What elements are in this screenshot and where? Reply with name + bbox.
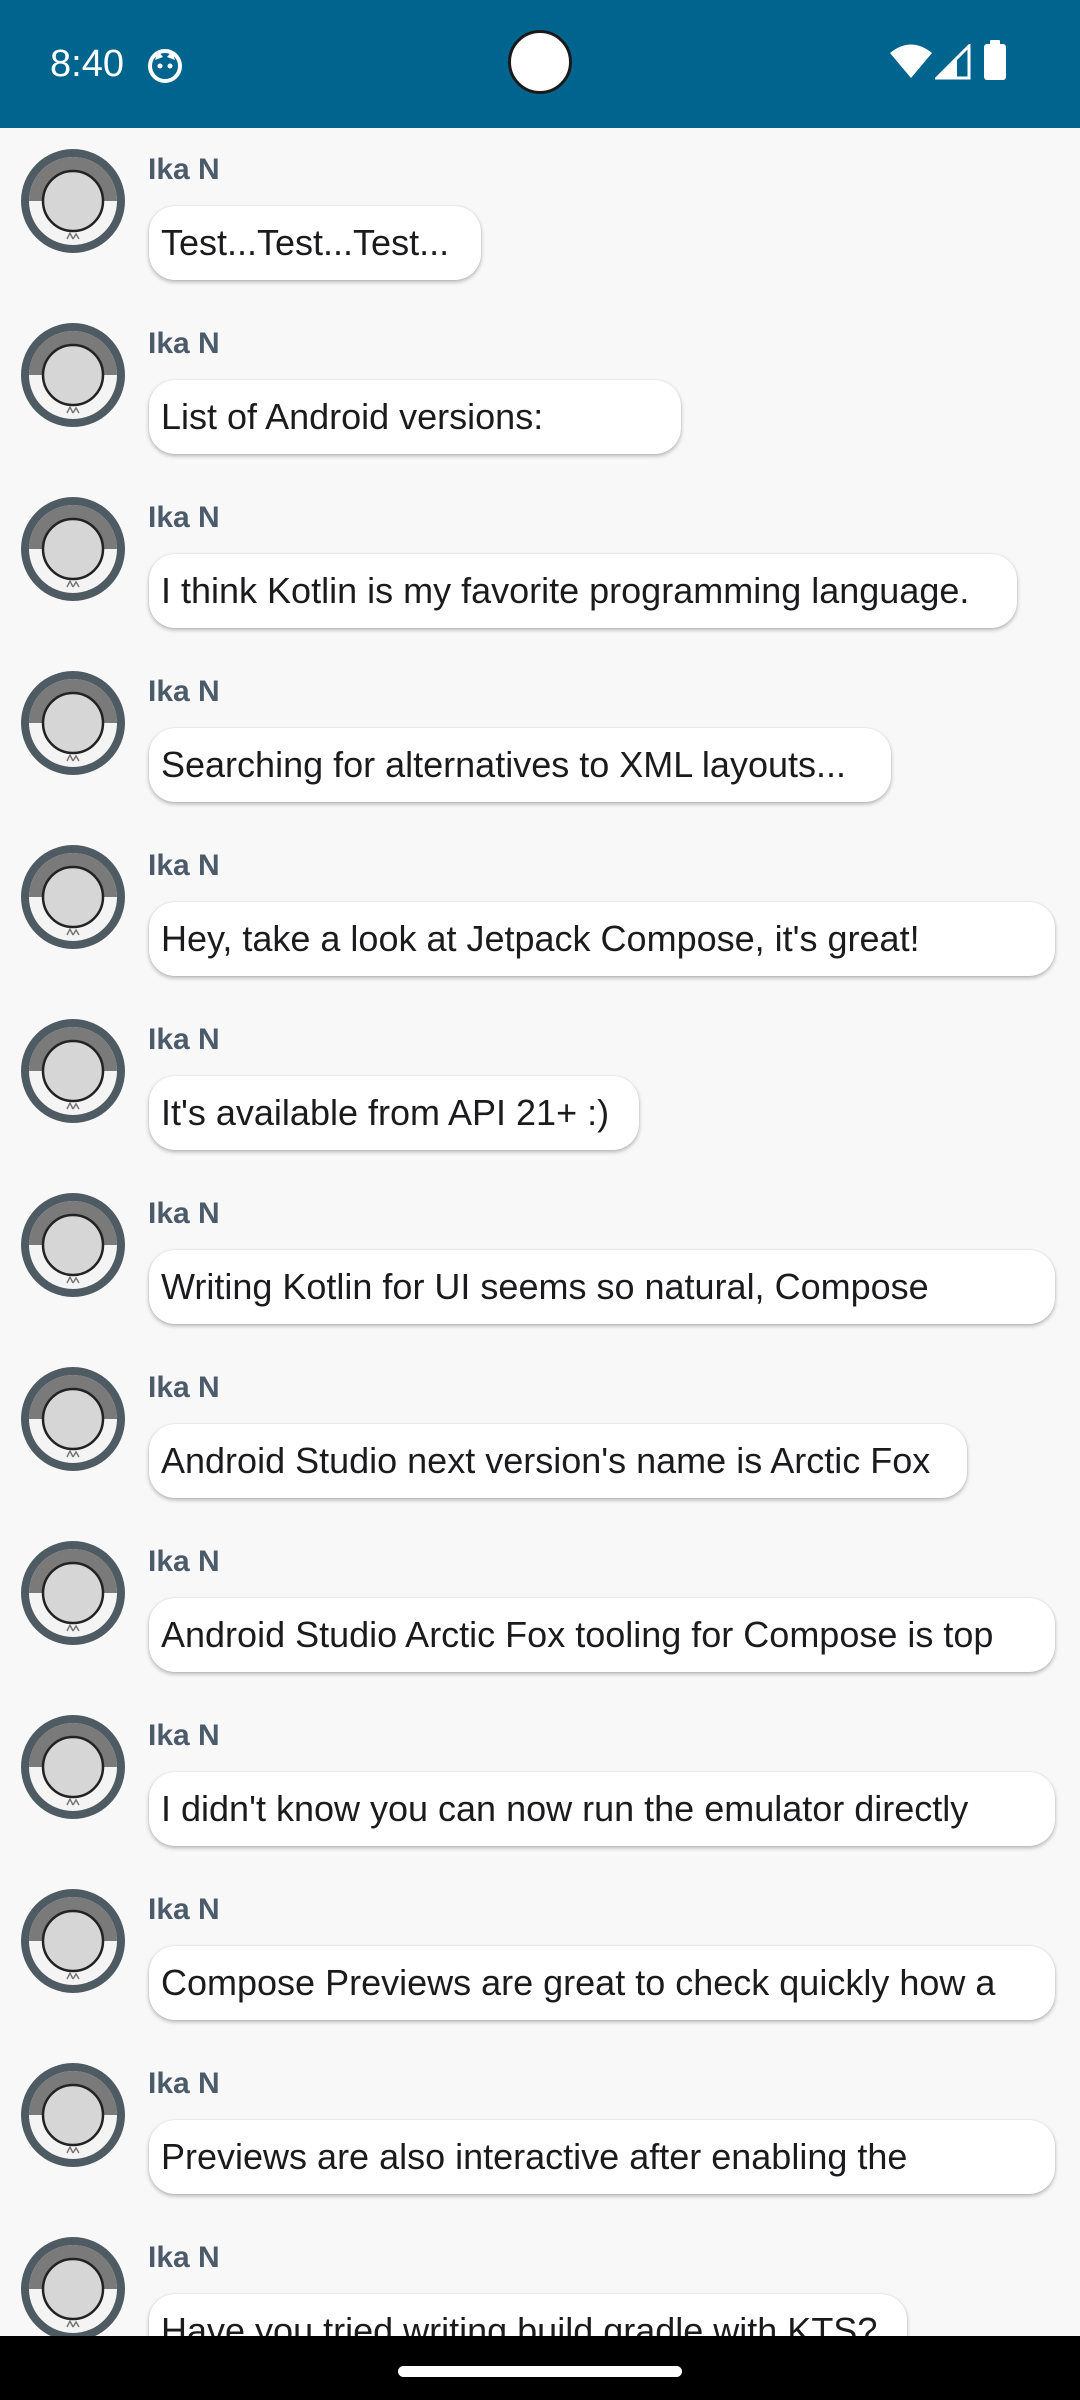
message-body: I think Kotlin is my favorite programmin… [161, 570, 970, 611]
message-bubble[interactable]: Hey, take a look at Jetpack Compose, it'… [149, 902, 1055, 976]
message-author: Ika N [148, 2241, 220, 2274]
message-author: Ika N [148, 1371, 220, 1404]
message-bubble[interactable]: Writing Kotlin for UI seems so natural, … [149, 1250, 1055, 1324]
avatar-image [21, 1193, 125, 1297]
message-body: Test...Test...Test... [161, 222, 450, 263]
message-author: Ika N [148, 2067, 220, 2100]
battery-icon [984, 40, 1006, 80]
message-item[interactable]: Ika N I didn't know you can now run the e… [0, 1694, 1080, 1868]
message-item[interactable]: Ika N It's available from API 21+ :) [0, 998, 1080, 1172]
avatar-image [21, 2063, 125, 2167]
avatar-image [21, 1541, 125, 1645]
message-item[interactable]: Ika N Test...Test...Test... [0, 128, 1080, 302]
avatar-image [21, 2237, 125, 2336]
message-body: Previews are also interactive after enab… [161, 2136, 908, 2177]
avatar-image [21, 1367, 125, 1471]
message-body: Compose Previews are great to check quic… [161, 1962, 996, 2003]
status-bar: 8:40 [0, 0, 1080, 128]
message-author: Ika N [148, 327, 220, 360]
avatar [20, 1888, 126, 1994]
avatar [20, 1366, 126, 1472]
home-gesture-handle[interactable] [398, 2366, 682, 2377]
message-bubble[interactable]: Test...Test...Test... [149, 206, 481, 280]
message-bubble[interactable]: I didn't know you can now run the emulat… [149, 1772, 1055, 1846]
message-author: Ika N [148, 849, 220, 882]
message-author: Ika N [148, 1023, 220, 1056]
avatar [20, 148, 126, 254]
avatar [20, 1714, 126, 1820]
message-bubble[interactable]: Android Studio Arctic Fox tooling for Co… [149, 1598, 1055, 1672]
message-author: Ika N [148, 1719, 220, 1752]
message-bubble[interactable]: Have you tried writing build.gradle with… [149, 2294, 907, 2336]
avatar [20, 322, 126, 428]
avatar-image [21, 149, 125, 253]
message-body: It's available from API 21+ :) [161, 1092, 610, 1133]
message-item[interactable]: Ika N Have you tried writing build.gradle… [0, 2216, 1080, 2336]
avatar-image [21, 845, 125, 949]
message-body: I didn't know you can now run the emulat… [161, 1788, 969, 1829]
message-author: Ika N [148, 675, 220, 708]
camera-cutout [508, 30, 572, 94]
message-bubble[interactable]: Android Studio next version's name is Ar… [149, 1424, 967, 1498]
avatar-image [21, 1889, 125, 1993]
message-item[interactable]: Ika N Compose Previews are great to check… [0, 1868, 1080, 2042]
message-item[interactable]: Ika N Searching for alternatives to XML l… [0, 650, 1080, 824]
avatar [20, 2062, 126, 2168]
avatar-image [21, 1715, 125, 1819]
message-author: Ika N [148, 153, 220, 186]
message-body: Have you tried writing build.gradle with… [161, 2310, 878, 2336]
message-bubble[interactable]: Compose Previews are great to check quic… [149, 1946, 1055, 2020]
avatar [20, 496, 126, 602]
message-item[interactable]: Ika N I think Kotlin is my favorite progr… [0, 476, 1080, 650]
message-author: Ika N [148, 1893, 220, 1926]
message-author: Ika N [148, 1197, 220, 1230]
message-bubble[interactable]: Searching for alternatives to XML layout… [149, 728, 891, 802]
message-item[interactable]: Ika N Writing Kotlin for UI seems so natu… [0, 1172, 1080, 1346]
message-item[interactable]: Ika N Android Studio next version's name … [0, 1346, 1080, 1520]
message-author: Ika N [148, 501, 220, 534]
message-body: List of Android versions: [161, 396, 544, 437]
message-item[interactable]: Ika N Previews are also interactive after… [0, 2042, 1080, 2216]
avatar-image [21, 671, 125, 775]
message-bubble[interactable]: It's available from API 21+ :) [149, 1076, 639, 1150]
avatar-image [21, 323, 125, 427]
avatar [20, 1018, 126, 1124]
message-bubble[interactable]: I think Kotlin is my favorite programmin… [149, 554, 1017, 628]
message-body: Android Studio next version's name is Ar… [161, 1440, 931, 1481]
message-bubble[interactable]: List of Android versions: [149, 380, 681, 454]
signal-icon [935, 44, 971, 80]
message-item[interactable]: Ika N List of Android versions: [0, 302, 1080, 476]
avatar [20, 670, 126, 776]
avatar-image [21, 497, 125, 601]
app-notification-icon [148, 49, 182, 83]
avatar-image [21, 1019, 125, 1123]
message-list[interactable]: Ika N Test...Test...Test... Ika N List of A… [0, 128, 1080, 2336]
message-author: Ika N [148, 1545, 220, 1578]
message-body: Searching for alternatives to XML layout… [161, 744, 847, 785]
status-time: 8:40 [50, 43, 124, 85]
message-body: Writing Kotlin for UI seems so natural, … [161, 1266, 929, 1307]
message-body: Hey, take a look at Jetpack Compose, it'… [161, 918, 920, 959]
message-item[interactable]: Ika N Android Studio Arctic Fox tooling f… [0, 1520, 1080, 1694]
avatar [20, 1192, 126, 1298]
message-item[interactable]: Ika N Hey, take a look at Jetpack Compose… [0, 824, 1080, 998]
message-bubble[interactable]: Previews are also interactive after enab… [149, 2120, 1055, 2194]
avatar [20, 1540, 126, 1646]
avatar [20, 2236, 126, 2336]
message-body: Android Studio Arctic Fox tooling for Co… [161, 1614, 994, 1655]
wifi-icon [890, 44, 932, 78]
avatar [20, 844, 126, 950]
navigation-bar [0, 2336, 1080, 2400]
